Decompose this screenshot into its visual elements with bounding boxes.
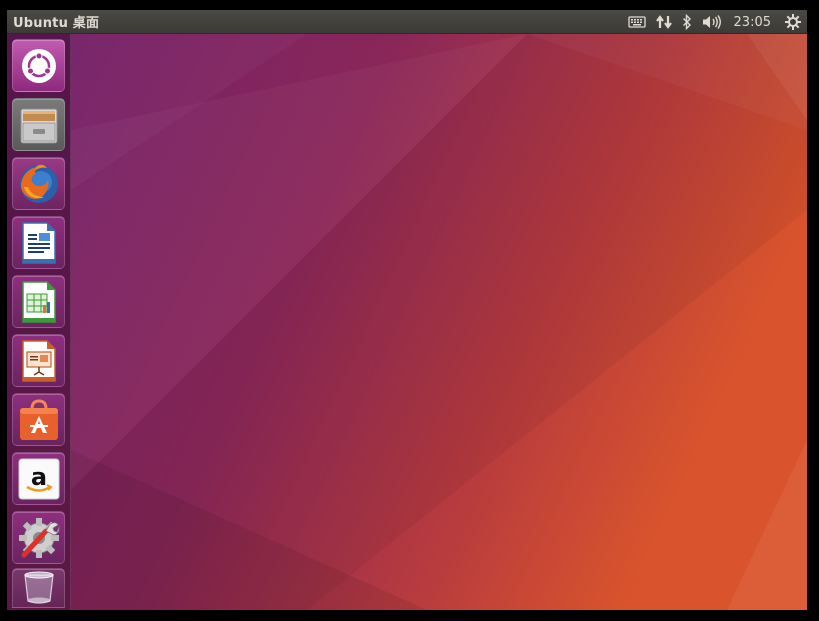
power-gear-icon[interactable]	[785, 10, 801, 34]
amazon-icon: a	[18, 458, 59, 499]
network-icon[interactable]	[655, 10, 672, 34]
indicator-area: 23:05	[618, 10, 801, 34]
svg-text:a: a	[30, 463, 46, 491]
firefox-icon	[19, 164, 58, 203]
launcher: a	[7, 34, 71, 610]
window-title[interactable]: Ubuntu 桌面	[13, 12, 99, 31]
trash-icon	[23, 571, 54, 604]
file-cabinet-icon	[20, 108, 57, 143]
calc-spreadsheet-icon	[21, 280, 56, 323]
shopping-bag-icon	[19, 398, 58, 440]
clock[interactable]: 23:05	[734, 10, 771, 34]
launcher-libreoffice-impress[interactable]	[12, 334, 65, 387]
impress-presentation-icon	[21, 339, 56, 382]
desktop-screen: Ubuntu 桌面 23:05 a	[7, 10, 807, 610]
launcher-system-settings[interactable]	[12, 511, 65, 564]
writer-document-icon	[21, 221, 56, 264]
top-panel: Ubuntu 桌面 23:05	[7, 10, 807, 34]
launcher-amazon[interactable]: a	[12, 452, 65, 505]
bluetooth-icon[interactable]	[682, 10, 692, 34]
launcher-libreoffice-calc[interactable]	[12, 275, 65, 328]
desktop-wallpaper[interactable]	[7, 10, 807, 610]
keyboard-icon[interactable]	[627, 10, 646, 34]
ubuntu-logo-icon	[21, 48, 56, 83]
settings-gear-wrench-icon	[18, 517, 60, 558]
launcher-files[interactable]	[12, 98, 65, 151]
launcher-dash-home[interactable]	[12, 39, 65, 92]
launcher-libreoffice-writer[interactable]	[12, 216, 65, 269]
launcher-ubuntu-software[interactable]	[12, 393, 65, 446]
launcher-trash[interactable]	[12, 568, 65, 608]
launcher-firefox[interactable]	[12, 157, 65, 210]
volume-icon[interactable]	[702, 10, 722, 34]
